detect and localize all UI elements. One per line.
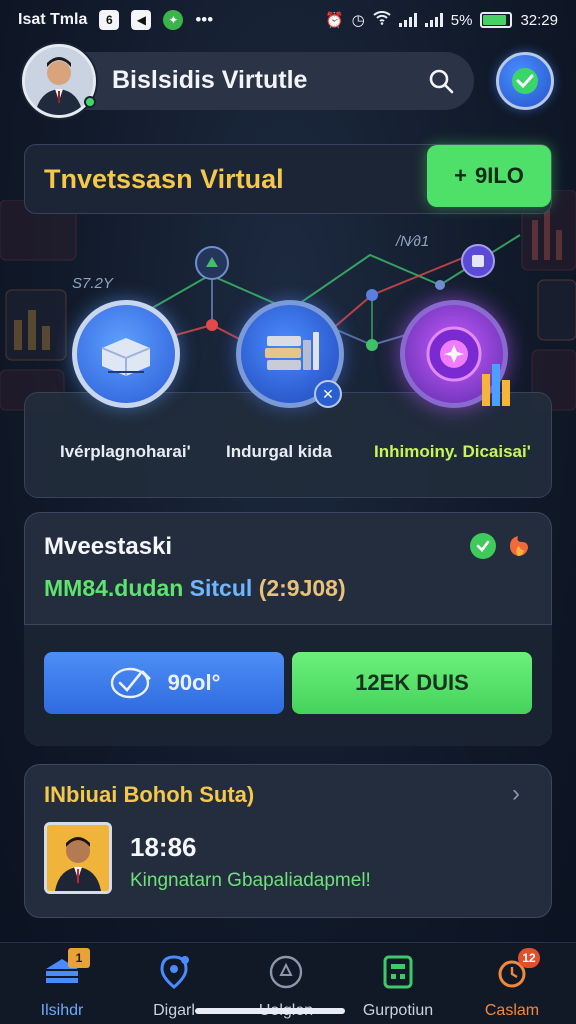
notification-icon: 12 [492, 948, 540, 992]
home-stack-icon: 1 [42, 948, 90, 992]
blue-action-button[interactable]: 90ol° [44, 652, 284, 714]
more-notifications-icon: ••• [195, 10, 214, 29]
recycle-icon [266, 952, 306, 992]
calculator-icon [378, 952, 418, 992]
investasi-sub-green: MM84.dudan [44, 575, 184, 601]
chat-app-icon: ✦ [163, 10, 184, 30]
invest-button-label: 9ILO [474, 163, 524, 188]
battery-icon [480, 12, 513, 28]
online-indicator [84, 96, 96, 108]
page-title: Bislsidis Virtutle [112, 66, 308, 94]
individual-description: Kingnatarn Gbapaliadapmel! [130, 870, 371, 891]
check-icon [470, 533, 496, 559]
verified-badge-button[interactable] [496, 52, 554, 110]
cube-icon [101, 338, 151, 376]
investasi-sub-blue: Sitcul [189, 575, 253, 601]
chevron-right-icon[interactable]: › [512, 780, 520, 808]
nav-item-home[interactable]: 1 Ilsihdr [12, 948, 112, 1020]
individual-avatar [44, 822, 112, 894]
search-icon [429, 69, 454, 94]
nav-label-portfolio: Gurpotiun [362, 1002, 434, 1019]
nav-label-home: Ilsihdr [40, 1002, 84, 1019]
category-label-1: Ivérplagnoharai' [60, 442, 191, 461]
battery-percent: 5% [450, 11, 473, 29]
green-action-button[interactable]: 12EK DUIS [292, 652, 532, 714]
investasi-subtitle: MM84.dudan Sitcul (2:9J08) [44, 575, 346, 602]
nav-home-badge: 1 [68, 948, 90, 968]
invest-amount-button[interactable]: + 9ILO [427, 145, 551, 207]
category-2-close-icon[interactable]: ✕ [314, 380, 342, 408]
edit-check-icon [110, 667, 151, 699]
investasi-title: Mveestaski [44, 533, 173, 560]
individual-title: INbiuai Bohoh Suta) [44, 782, 255, 807]
media-app-icon: ◀ [131, 10, 152, 30]
chart-bars-icon [480, 360, 514, 413]
blue-action-label: 90ol° [167, 670, 221, 695]
invest-banner-title: Tnvetssasn Virtual [44, 164, 284, 194]
network-label-right: /Ν⁄∂1 [396, 233, 430, 250]
nav-notification-badge: 12 [518, 948, 540, 968]
investasi-sub-orange: (2:9J08) [258, 575, 346, 601]
nav-label-digital: Digarl [153, 1002, 195, 1019]
location-pin-icon [154, 952, 194, 992]
signal-icon-2 [424, 13, 443, 27]
status-bar: Isat Tmla 6 ◀ ✦ ••• ⏰ ◷ 5% 32:29 [0, 0, 576, 40]
signal-icon [398, 13, 417, 27]
category-label-3: Inhimoiny. Dicaisai' [374, 442, 531, 461]
status-time: 32:29 [520, 11, 558, 29]
stack-icon [265, 332, 319, 370]
category-label-2: Indurgal kida [226, 442, 332, 461]
individual-time: 18:86 [130, 832, 197, 862]
wifi-icon [373, 11, 391, 29]
avatar[interactable] [22, 44, 96, 118]
category-button-1[interactable] [72, 300, 180, 408]
orb-icon [426, 326, 482, 382]
status-app-text: Isat Tmla [18, 11, 88, 28]
check-badge-icon [512, 68, 538, 94]
nav-label-notifications: Caslam [484, 1002, 540, 1019]
home-indicator[interactable] [195, 1008, 345, 1014]
nav-item-notifications[interactable]: 12 Caslam [462, 948, 562, 1020]
nav-item-portfolio[interactable]: Gurpotiun [348, 952, 448, 1020]
notification-app-icon: 6 [99, 10, 120, 30]
search-button[interactable] [424, 64, 458, 98]
network-label-left: S7.2Y [72, 275, 113, 292]
fire-icon [506, 532, 532, 558]
invest-button-prefix: + [454, 163, 467, 188]
alarm-icon: ⏰ [324, 12, 344, 29]
do-not-disturb-icon: ◷ [351, 12, 365, 29]
